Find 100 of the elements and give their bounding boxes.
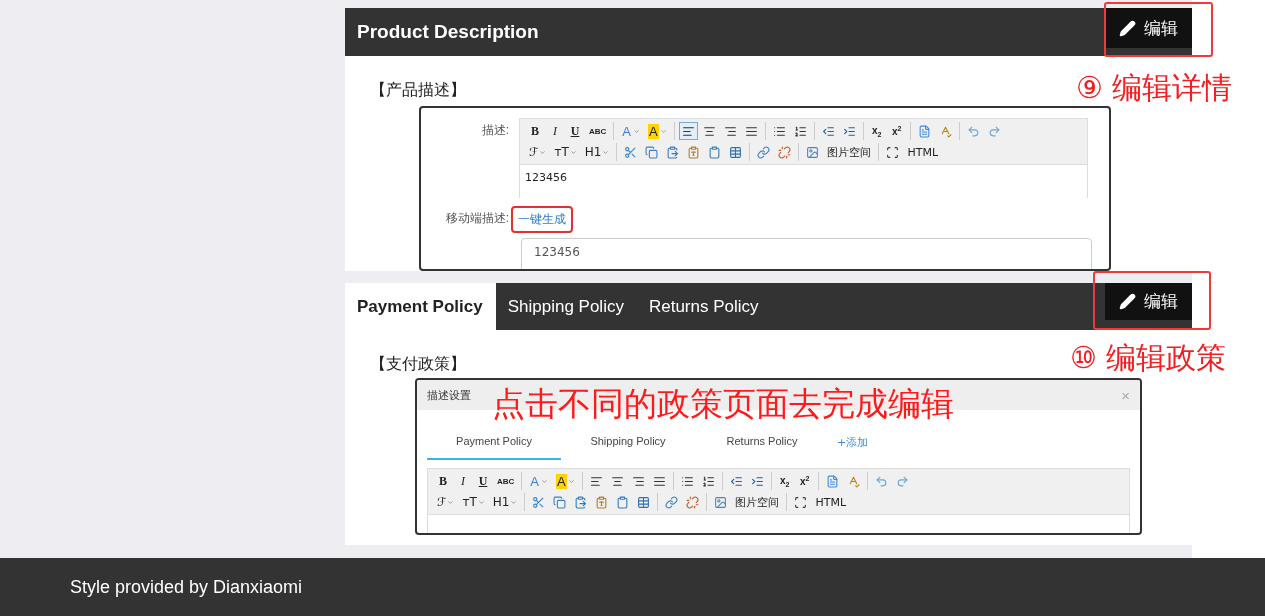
annotation-text: 点击不同的政策页面去完成编辑 xyxy=(492,383,954,425)
dialog-title: 描述设置 xyxy=(427,387,471,403)
pencil-icon xyxy=(1119,293,1136,310)
dialog-tab[interactable]: Shipping Policy xyxy=(561,424,695,460)
paste-text-icon xyxy=(595,495,609,509)
unlink-icon xyxy=(778,145,792,159)
bullet-list-icon xyxy=(772,124,786,138)
rich-text-editor[interactable]: B I U ABC A A x$_{2}$ x$^{2}$ ℱ ᴛT H1 图片空间 HTML 123456 xyxy=(519,118,1088,198)
script-button[interactable]: x$_{2}$ xyxy=(775,472,794,490)
format-icon xyxy=(917,124,931,138)
caret-icon xyxy=(569,148,577,156)
callout-text: ⑨ 编辑详情 xyxy=(1076,69,1233,107)
align-left-icon xyxy=(681,124,695,138)
section-label: 【支付政策】 xyxy=(370,354,466,374)
bullet-list-icon xyxy=(680,474,694,488)
align-left-button[interactable] xyxy=(678,122,698,140)
bold-button[interactable]: B xyxy=(526,122,544,140)
format-menu-button[interactable]: H1 xyxy=(489,493,521,511)
generate-link[interactable]: 一键生成 xyxy=(511,206,573,233)
font-color-button[interactable]: A xyxy=(526,472,551,490)
script-button[interactable]: x$_{2}$ xyxy=(867,122,886,140)
pencil-icon xyxy=(1119,19,1136,37)
editor-content: 123456 xyxy=(524,170,568,186)
redo-icon xyxy=(987,124,1001,138)
cut-icon xyxy=(624,145,638,159)
highlight-color-button[interactable]: A xyxy=(645,122,670,140)
font-color-button[interactable]: A xyxy=(618,122,643,140)
field-label: 移动端描述: xyxy=(444,210,509,227)
callout-text: ⑩ 编辑政策 xyxy=(1070,339,1227,377)
policy-tab[interactable]: Shipping Policy xyxy=(495,283,637,330)
paste-text-icon xyxy=(687,145,701,159)
policy-tab[interactable]: Payment Policy xyxy=(345,283,496,330)
align-right-icon xyxy=(723,124,737,138)
caret-icon xyxy=(477,498,485,506)
numbered-list-icon xyxy=(701,474,715,488)
format-menu-button[interactable]: ℱ xyxy=(526,143,550,161)
script-button[interactable]: x$^{2}$ xyxy=(887,122,906,140)
fullscreen-icon xyxy=(794,495,808,509)
link-icon xyxy=(665,495,679,509)
caret-icon xyxy=(633,127,640,135)
caret-icon xyxy=(510,498,518,506)
caret-icon xyxy=(539,148,547,156)
table-icon xyxy=(729,145,743,159)
table-icon xyxy=(637,495,651,509)
strikethrough-button[interactable]: ABC xyxy=(494,472,518,490)
caret-icon xyxy=(447,498,455,506)
link-icon xyxy=(757,145,771,159)
strikethrough-button[interactable]: ABC xyxy=(586,122,610,140)
section-label: 【产品描述】 xyxy=(370,80,466,100)
indent-icon xyxy=(842,124,856,138)
caret-icon xyxy=(659,127,667,135)
dialog-tab[interactable]: Returns Policy xyxy=(695,424,829,460)
paste-word-icon xyxy=(616,495,630,509)
undo-icon xyxy=(966,124,980,138)
add-link[interactable]: +添加 xyxy=(837,434,869,450)
align-center-icon xyxy=(702,124,716,138)
underline-button[interactable]: U xyxy=(566,122,584,140)
italic-button[interactable]: I xyxy=(546,122,564,140)
align-justify-icon xyxy=(744,124,758,138)
align-center-icon xyxy=(610,474,624,488)
field-label: 描述: xyxy=(480,122,509,139)
policy-tab[interactable]: Returns Policy xyxy=(636,283,772,330)
underline-button[interactable]: U xyxy=(474,472,492,490)
image-icon xyxy=(806,145,820,159)
edit-button[interactable]: 编辑 xyxy=(1105,8,1192,48)
dialog-tab[interactable]: Payment Policy xyxy=(427,424,561,460)
copy-icon xyxy=(553,495,567,509)
paste-icon xyxy=(666,145,680,159)
highlight-color-button[interactable]: A xyxy=(553,472,578,490)
format-menu-button[interactable]: ℱ xyxy=(434,493,458,511)
image-icon xyxy=(714,495,728,509)
script-button[interactable]: x$^{2}$ xyxy=(795,472,814,490)
align-right-icon xyxy=(631,474,645,488)
align-justify-icon xyxy=(652,474,666,488)
toolbar-text-button[interactable]: HTML xyxy=(904,143,942,161)
redo-icon xyxy=(895,474,909,488)
numbered-list-icon xyxy=(793,124,807,138)
rich-text-editor[interactable]: B I U ABC A A x$_{2}$ x$^{2}$ ℱ ᴛT H1 图片空间 HTML xyxy=(427,468,1130,533)
cut-icon xyxy=(532,495,546,509)
toolbar-text-button[interactable]: HTML xyxy=(812,493,850,511)
copy-icon xyxy=(645,145,659,159)
paste-word-icon xyxy=(708,145,722,159)
edit-button[interactable]: 编辑 xyxy=(1105,283,1192,320)
italic-button[interactable]: I xyxy=(454,472,472,490)
footer-text: Style provided by Dianxiaomi xyxy=(70,576,303,598)
unlink-icon xyxy=(686,495,700,509)
format-menu-button[interactable]: ᴛT xyxy=(459,493,488,511)
paste-icon xyxy=(574,495,588,509)
mobile-description-field[interactable]: 123456 xyxy=(521,238,1092,269)
format-menu-button[interactable]: H1 xyxy=(581,143,613,161)
toolbar-text-button[interactable]: 图片空间 xyxy=(824,143,875,161)
caret-icon xyxy=(602,148,610,156)
outdent-icon xyxy=(821,124,835,138)
section-title: Product Description xyxy=(356,20,539,44)
toolbar-text-button[interactable]: 图片空间 xyxy=(732,493,783,511)
format-menu-button[interactable]: ᴛT xyxy=(551,143,580,161)
align-left-icon xyxy=(589,474,603,488)
bold-button[interactable]: B xyxy=(434,472,452,490)
fullscreen-icon xyxy=(886,145,900,159)
format-icon xyxy=(825,474,839,488)
